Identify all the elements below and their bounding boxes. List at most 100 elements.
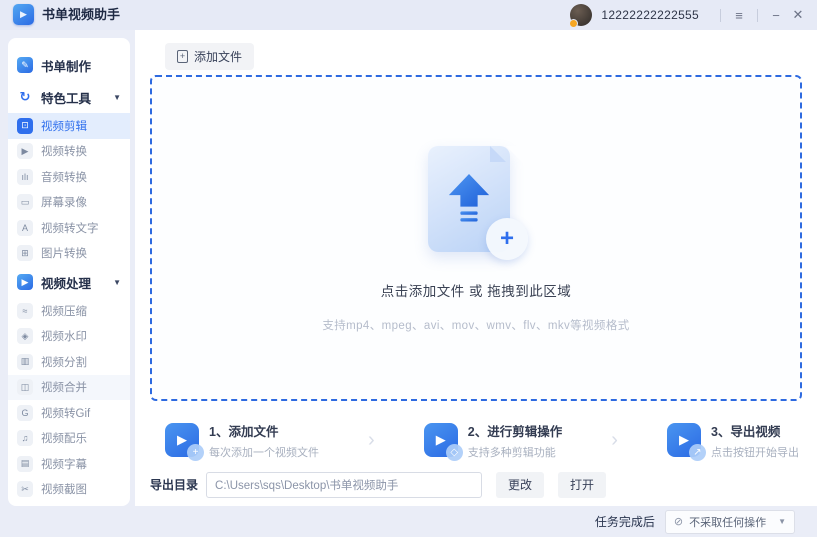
sidebar-item-label: 音频转换: [41, 171, 87, 184]
file-dropzone[interactable]: + 点击添加文件 或 拖拽到此区域 支持mp4、mpeg、avi、mov、wmv…: [150, 75, 802, 401]
chevron-down-icon: ▼: [113, 277, 121, 287]
video-split-icon: ▥: [17, 353, 33, 370]
sidebar-section-label: 特色工具: [41, 91, 92, 106]
screen-record-icon: ▭: [17, 194, 33, 211]
video-screenshot-icon: ✂: [17, 481, 33, 498]
sidebar-section-featured-tools[interactable]: ↻ 特色工具 ▼: [8, 81, 130, 113]
step-export: ▶ ↗ 3、导出视频 点击按钮开始导出: [666, 421, 799, 461]
sidebar-item-label: 视频转文字: [41, 222, 99, 235]
change-dir-button[interactable]: 更改: [496, 471, 545, 498]
sidebar-item-audio-convert[interactable]: ılı 音频转换: [8, 164, 130, 190]
main-panel: + 添加文件 + 点击添加文件 或 拖拽到此区域 支持mp4、mpeg、avi、…: [135, 30, 817, 506]
sidebar: ✎ 书单制作 ↻ 特色工具 ▼ ⊡ 视频剪辑 ▶ 视频转换 ılı 音频转换 ▭…: [8, 38, 130, 506]
video-process-icon: ▶: [17, 274, 33, 290]
sidebar-item-video-watermark[interactable]: ◈ 视频水印: [8, 324, 130, 350]
sidebar-section-video-process[interactable]: ▶ 视频处理 ▼: [8, 266, 130, 298]
sidebar-item-label: 视频剪辑: [41, 120, 87, 133]
file-plus-icon: +: [177, 50, 188, 63]
sidebar-item-image-convert[interactable]: ⊞ 图片转换: [8, 241, 130, 267]
avatar[interactable]: [569, 4, 593, 28]
no-action-icon: ⊘: [673, 516, 684, 528]
sidebar-item-video-to-gif[interactable]: G 视频转Gif: [8, 400, 130, 426]
sidebar-item-label: 视频压缩: [41, 305, 87, 318]
step2-icon: ▶ ◇: [423, 423, 463, 461]
minimize-button[interactable]: −: [765, 4, 787, 26]
chevron-right-icon: ›: [368, 429, 375, 451]
steps-row: ▶ + 1、添加文件 每次添加一个视频文件 › ▶ ◇ 2、进行剪辑操作 支持多…: [165, 418, 799, 462]
sidebar-item-label: 视频转换: [41, 146, 87, 159]
export-dir-label: 导出目录: [150, 478, 199, 492]
titlebar: ▶ 书单视频助手 12222222222555 ≡ − ✕: [0, 0, 817, 30]
video-music-icon: ♫: [17, 430, 33, 447]
step1-icon: ▶ +: [165, 423, 204, 461]
add-file-button[interactable]: + 添加文件: [165, 43, 255, 70]
sidebar-item-video-screenshot[interactable]: ✂ 视频截图: [8, 477, 130, 503]
dropzone-main-text: 点击添加文件 或 拖拽到此区域: [380, 284, 572, 299]
sidebar-item-label: 视频转Gif: [41, 407, 91, 420]
sidebar-item-label: 视频配乐: [41, 433, 87, 446]
sidebar-item-video-to-text[interactable]: A 视频转文字: [8, 215, 130, 241]
sidebar-item-label: 屏幕录像: [41, 197, 87, 210]
sidebar-section-label: 视频处理: [41, 276, 92, 291]
dropzone-formats-text: 支持mp4、mpeg、avi、mov、wmv、flv、mkv等视频格式: [322, 320, 630, 332]
upload-arrow-icon: [448, 174, 490, 222]
video-to-text-icon: A: [17, 219, 33, 236]
add-file-label: 添加文件: [194, 50, 243, 64]
after-task-dropdown[interactable]: ⊘ 不采取任何操作 ▼: [664, 509, 795, 534]
video-subtitle-icon: ▤: [17, 455, 33, 472]
sidebar-item-label: 视频字幕: [41, 458, 87, 471]
step-desc: 支持多种剪辑功能: [467, 446, 556, 459]
sidebar-item-label: 视频合并: [41, 382, 87, 395]
export-row: 导出目录 更改 打开: [150, 471, 607, 498]
open-dir-button[interactable]: 打开: [558, 471, 607, 498]
audio-convert-icon: ılı: [17, 168, 33, 185]
step-edit: ▶ ◇ 2、进行剪辑操作 支持多种剪辑功能: [423, 421, 563, 461]
image-convert-icon: ⊞: [17, 245, 33, 262]
video-merge-icon: ◫: [17, 379, 33, 396]
statusbar: 任务完成后 ⊘ 不采取任何操作 ▼: [0, 506, 817, 537]
plus-badge-icon: +: [187, 444, 204, 461]
export-path-input[interactable]: [206, 471, 483, 498]
pencil-icon: ✎: [17, 57, 33, 73]
sidebar-item-video-cut[interactable]: ⊡ 视频剪辑: [8, 113, 130, 139]
step-desc: 每次添加一个视频文件: [209, 446, 319, 459]
sidebar-item-video-convert[interactable]: ▶ 视频转换: [8, 139, 130, 165]
sidebar-item-label: 书单制作: [41, 59, 92, 74]
close-button[interactable]: ✕: [787, 4, 809, 26]
chevron-down-icon: ▼: [113, 92, 121, 102]
sidebar-item-video-compress[interactable]: ≈ 视频压缩: [8, 298, 130, 324]
chevron-down-icon: ▼: [778, 517, 786, 526]
menu-icon[interactable]: ≡: [728, 4, 750, 26]
video-convert-icon: ▶: [17, 143, 33, 160]
after-task-dropdown-value: 不采取任何操作: [689, 516, 767, 529]
sidebar-item-label: 视频分割: [41, 356, 87, 369]
sidebar-item-booklist-create[interactable]: ✎ 书单制作: [8, 49, 130, 81]
vip-badge-icon: [569, 19, 579, 28]
sidebar-item-label: 视频水印: [41, 331, 87, 344]
divider: [720, 8, 721, 22]
divider: [757, 8, 758, 22]
sidebar-item-label: 视频截图: [41, 484, 87, 497]
account-number: 12222222222555: [601, 8, 699, 22]
tools-icon: ↻: [19, 89, 31, 104]
upload-file-icon: +: [424, 146, 528, 262]
sidebar-item-video-merge[interactable]: ◫ 视频合并: [8, 374, 130, 400]
video-cut-icon: ⊡: [17, 117, 33, 134]
arrow-badge-icon: ↗: [688, 444, 706, 461]
step-title: 3、导出视频: [710, 424, 781, 439]
sidebar-item-video-subtitle[interactable]: ▤ 视频字幕: [8, 451, 130, 477]
video-to-gif-icon: G: [17, 404, 33, 421]
step3-icon: ▶ ↗: [666, 423, 706, 461]
step-title: 2、进行剪辑操作: [467, 424, 563, 439]
app-window: ▶ 书单视频助手 12222222222555 ≡ − ✕ ✎ 书单制作 ↻ 特…: [0, 0, 817, 537]
video-watermark-icon: ◈: [17, 328, 33, 345]
cube-badge-icon: ◇: [445, 444, 463, 461]
app-logo-icon: ▶: [13, 4, 34, 25]
step-desc: 点击按钮开始导出: [710, 446, 799, 459]
sidebar-item-video-music[interactable]: ♫ 视频配乐: [8, 426, 130, 452]
video-compress-icon: ≈: [17, 302, 33, 319]
app-title: 书单视频助手: [42, 7, 121, 22]
sidebar-item-screen-record[interactable]: ▭ 屏幕录像: [8, 190, 130, 216]
chevron-right-icon: ›: [611, 429, 618, 451]
sidebar-item-video-split[interactable]: ▥ 视频分割: [8, 349, 130, 375]
